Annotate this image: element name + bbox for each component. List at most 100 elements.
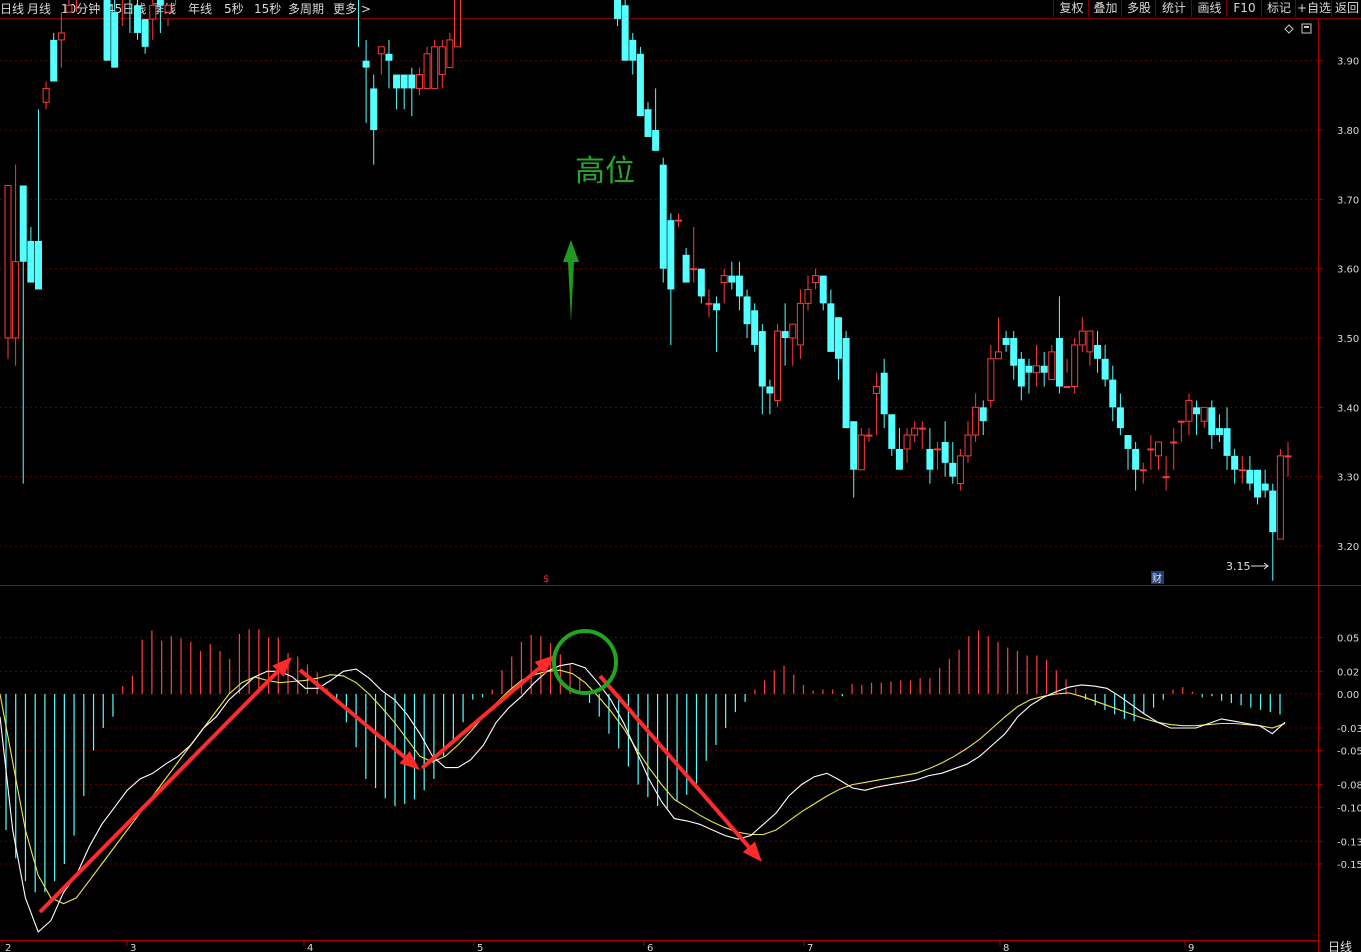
- chart-background: [0, 19, 1361, 952]
- candle-body: [713, 303, 721, 311]
- candle-body: [1124, 435, 1132, 449]
- candle-body: [385, 53, 393, 61]
- candle-body: [979, 407, 987, 422]
- candle-body: [1055, 338, 1063, 387]
- macd-axis-label: 0.00: [1337, 690, 1359, 701]
- candle-body: [431, 46, 439, 89]
- candle-body: [972, 406, 980, 436]
- candle-body: [636, 53, 644, 117]
- candle-body: [659, 164, 667, 269]
- candle-body: [804, 288, 812, 304]
- stock-chart: 4.604.504.404.304.204.104.003.903.803.70…: [0, 0, 1361, 952]
- candle-body: [888, 414, 896, 449]
- macd-axis-label: -0.15: [1337, 860, 1361, 871]
- candle-body: [1071, 344, 1079, 388]
- candle-body: [1139, 469, 1147, 472]
- candle-body: [865, 434, 873, 437]
- candle-body: [873, 386, 881, 394]
- candle-body: [377, 46, 385, 55]
- candle-body: [164, 4, 172, 13]
- candle-body: [850, 421, 858, 470]
- candle-body: [697, 268, 705, 297]
- candle-body: [614, 0, 622, 20]
- candle-body: [19, 185, 27, 262]
- annotation-high-position: 高位: [575, 154, 635, 189]
- candle-body: [156, 0, 164, 6]
- candle-body: [812, 275, 820, 284]
- candle-body: [789, 323, 797, 339]
- candle-body: [1185, 399, 1193, 422]
- candle-body: [682, 254, 690, 283]
- candle-body: [735, 275, 743, 297]
- candle-body: [751, 310, 759, 345]
- candle-body: [1238, 469, 1246, 472]
- candle-body: [65, 4, 73, 13]
- window-icon-bar: [1304, 26, 1309, 28]
- macd-axis-label: 0.05: [1337, 633, 1359, 644]
- time-axis-label: 3: [130, 943, 136, 952]
- time-axis-label: 2: [5, 943, 11, 952]
- candle-body: [629, 39, 637, 61]
- candle-body: [4, 184, 12, 339]
- price-axis-label: 3.40: [1337, 403, 1359, 414]
- period-label: 日线: [1328, 940, 1352, 952]
- candle-body: [1078, 330, 1086, 346]
- candle-body: [652, 130, 660, 151]
- candle-body: [1086, 330, 1094, 353]
- candle-body: [728, 275, 736, 283]
- macd-axis-label: -0.10: [1337, 803, 1361, 814]
- price-axis-label: 3.80: [1337, 126, 1359, 137]
- candle-body: [857, 434, 865, 471]
- macd-axis-label: 0.02: [1337, 667, 1359, 678]
- candle-body: [1063, 386, 1071, 389]
- candle-body: [766, 386, 774, 394]
- candle-body: [956, 455, 964, 485]
- candle-body: [1284, 455, 1292, 458]
- candle-body: [934, 448, 942, 451]
- candle-body: [149, 4, 157, 20]
- candle-body: [42, 87, 50, 103]
- candle-body: [1132, 448, 1140, 470]
- candle-body: [1254, 469, 1262, 498]
- candle-body: [1116, 407, 1124, 429]
- candle-body: [12, 261, 20, 339]
- candle-body: [423, 53, 431, 89]
- candle-body: [1170, 441, 1178, 444]
- time-axis-label: 8: [1003, 943, 1009, 952]
- candle-body: [1040, 365, 1048, 373]
- candle-body: [1261, 483, 1269, 491]
- candle-body: [1276, 455, 1284, 540]
- candle-body: [1033, 365, 1041, 374]
- candle-body: [454, 0, 462, 48]
- candle-body: [400, 74, 408, 89]
- time-axis-label: 4: [307, 943, 313, 952]
- candle-body: [690, 268, 698, 271]
- candle-body: [1109, 379, 1117, 408]
- candle-body: [667, 220, 675, 290]
- candle-body: [446, 39, 454, 69]
- candle-body: [705, 302, 713, 305]
- candle-body: [1094, 344, 1102, 359]
- candle-body: [362, 60, 370, 68]
- candle-body: [1215, 428, 1223, 436]
- candle-body: [1147, 448, 1155, 451]
- candle-body: [1025, 365, 1033, 373]
- candle-body: [27, 240, 35, 283]
- candle-body: [987, 358, 995, 401]
- candle-body: [34, 240, 42, 290]
- price-axis-label: 3.90: [1337, 57, 1359, 68]
- macd-axis-label: -0.08: [1337, 781, 1361, 792]
- candle-body: [57, 32, 65, 41]
- candle-body: [134, 5, 142, 33]
- candle-body: [781, 331, 789, 339]
- candle-body: [111, 12, 119, 68]
- candle-body: [1193, 407, 1201, 415]
- candle-body: [1048, 351, 1056, 381]
- candle-body: [911, 427, 919, 436]
- macd-axis-label: -0.03: [1337, 724, 1361, 735]
- candle-body: [408, 74, 416, 89]
- candle-body: [103, 0, 111, 61]
- candle-body: [1269, 490, 1277, 533]
- candle-body: [1002, 338, 1010, 345]
- price-axis-label: 3.70: [1337, 195, 1359, 206]
